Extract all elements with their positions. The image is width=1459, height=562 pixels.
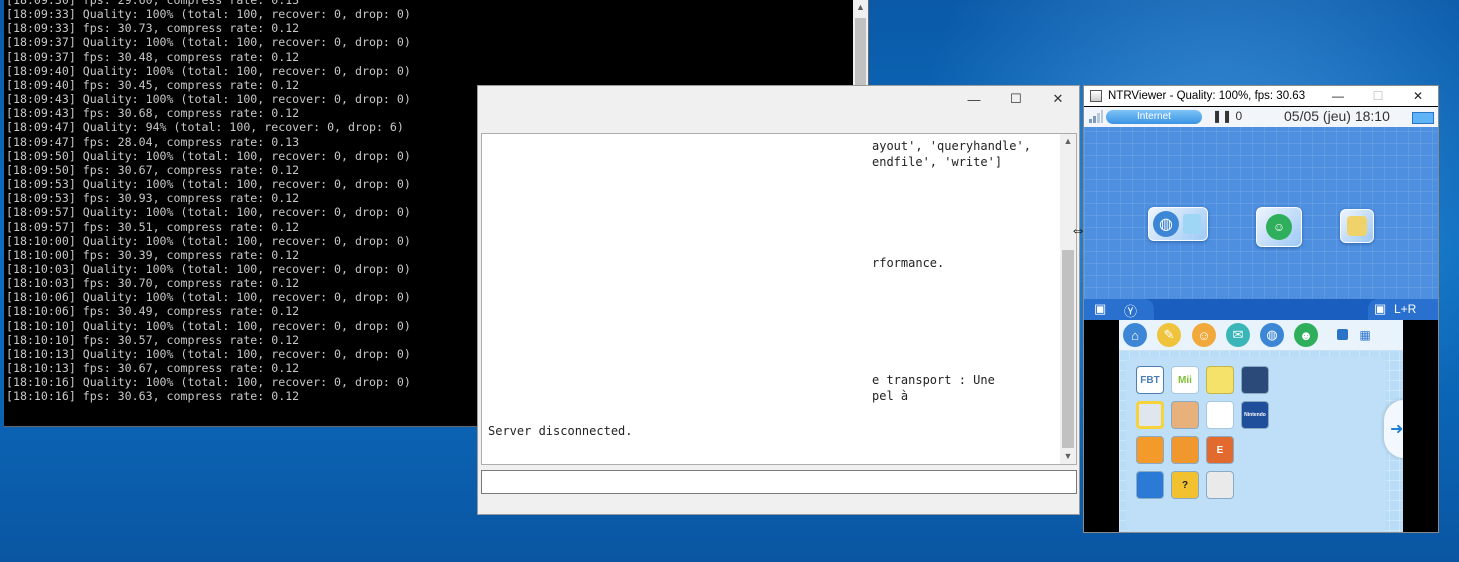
ntrviewer-window[interactable]: NTRViewer - Quality: 100%, fps: 30.63 — …	[1083, 85, 1439, 533]
console-line: [18:09:37] fps: 30.48, compress rate: 0.…	[6, 49, 300, 64]
ntrviewer-titlebar[interactable]: NTRViewer - Quality: 100%, fps: 30.63 — …	[1084, 86, 1438, 106]
console-line: [18:09:40] Quality: 100% (total: 100, re…	[6, 63, 411, 78]
next-page-button[interactable]: ➜	[1384, 400, 1403, 458]
pencil-icon	[1347, 216, 1367, 236]
client-window-controls: — ☐ ✕	[953, 86, 1079, 112]
camera-icon: ▣	[1374, 301, 1387, 316]
top-screen-shoulder-bar: ▣ Ⓨ ▣ L+R	[1084, 299, 1438, 320]
client-scroll-thumb[interactable]	[1062, 250, 1074, 448]
step-count: 0	[1235, 109, 1243, 123]
home-settings-icon[interactable]: ⌂	[1123, 323, 1147, 347]
help-app-icon[interactable]: ?	[1171, 471, 1199, 499]
app-icon[interactable]	[1241, 366, 1269, 394]
arrow-right-icon: ➜	[1390, 421, 1403, 438]
close-icon[interactable]: ✕	[1398, 86, 1438, 106]
client-log-scrollbar[interactable]: ▲ ▼	[1060, 134, 1076, 464]
friends-icon[interactable]: ☻	[1294, 323, 1318, 347]
camera-icon: ▣	[1094, 301, 1107, 316]
chart-app-icon[interactable]	[1206, 401, 1234, 429]
y-button-icon: Ⓨ	[1124, 304, 1138, 319]
nintendo-app-icon[interactable]: Nintendo	[1241, 401, 1269, 429]
minimize-icon[interactable]: —	[953, 86, 995, 112]
client-window[interactable]: — ☐ ✕ ayout', 'queryhandle', endfile', '…	[477, 85, 1080, 515]
pencil-icon[interactable]: ✎	[1157, 323, 1181, 347]
scroll-down-arrow-icon[interactable]: ▼	[1060, 449, 1076, 464]
client-log-area[interactable]: ayout', 'queryhandle', endfile', 'write'…	[481, 133, 1077, 465]
scroll-up-arrow-icon[interactable]: ▲	[853, 0, 868, 15]
app-icon[interactable]	[1206, 366, 1234, 394]
maximize-icon[interactable]: ☐	[995, 86, 1037, 112]
status-bar: Internet ❚❚ 0 05/05 (jeu) 18:10	[1084, 107, 1438, 127]
app-icon	[1090, 90, 1102, 102]
log-line: rformance.	[872, 256, 945, 270]
selected-slot[interactable]	[1136, 401, 1164, 429]
app-icon[interactable]: FBT	[1136, 366, 1164, 394]
top-screen: Internet ❚❚ 0 05/05 (jeu) 18:10 ◍ ☺ ▣ Ⓨ …	[1084, 107, 1438, 320]
log-line: Server disconnected.	[488, 424, 633, 438]
top-widget-internet: ◍	[1148, 207, 1208, 241]
lr-label: L+R	[1394, 302, 1417, 316]
log-line: pel à	[872, 389, 909, 403]
smiley-icon[interactable]: ☺	[1192, 323, 1216, 347]
date-time: 05/05 (jeu) 18:10	[1284, 108, 1390, 124]
app-icon[interactable]: E	[1206, 436, 1234, 464]
camera-app-icon[interactable]	[1136, 436, 1164, 464]
sound-app-icon[interactable]	[1136, 471, 1164, 499]
bottom-screen[interactable]: ⌂ ✎ ☺ ✉ ◍ ☻ ▦ FBT Mii Nintendo E ? ➜	[1119, 320, 1403, 532]
battery-icon	[1412, 112, 1434, 124]
grid-icon[interactable]: ▦	[1358, 328, 1372, 342]
chat-icon[interactable]: ✉	[1226, 323, 1250, 347]
globe-icon: ◍	[1153, 211, 1179, 237]
console-line: [18:09:33] Quality: 100% (total: 100, re…	[6, 7, 411, 22]
app-icon[interactable]	[1171, 401, 1199, 429]
console-line: [18:09:33] fps: 30.73, compress rate: 0.…	[6, 21, 300, 36]
friends-icon: ☺	[1266, 214, 1292, 240]
globe-icon[interactable]: ◍	[1260, 323, 1284, 347]
console-line: [18:09:30] fps: 29.60, compress rate: 0.…	[6, 0, 300, 7]
minimize-icon[interactable]: —	[1318, 86, 1358, 106]
scroll-up-arrow-icon[interactable]: ▲	[1060, 134, 1076, 149]
signal-icon	[1089, 110, 1103, 123]
footsteps-icon: ❚❚	[1212, 109, 1233, 123]
command-input[interactable]	[481, 470, 1077, 494]
square-icon[interactable]	[1337, 329, 1348, 340]
left-shoulder-tab: ▣ Ⓨ	[1084, 299, 1154, 320]
close-icon[interactable]: ✕	[1037, 86, 1079, 112]
home-menu-bar: ⌂ ✎ ☺ ✉ ◍ ☻ ▦	[1119, 320, 1403, 351]
shop-app-icon[interactable]	[1171, 436, 1199, 464]
internet-badge: Internet	[1106, 110, 1202, 124]
log-line: e transport : Une	[872, 373, 995, 387]
mii-icon[interactable]: Mii	[1171, 366, 1199, 394]
top-widget-notes	[1340, 209, 1374, 243]
ntrviewer-title: NTRViewer - Quality: 100%, fps: 30.63	[1108, 90, 1306, 102]
right-shoulder-tab: ▣ L+R	[1368, 299, 1438, 320]
chat-icon	[1183, 214, 1201, 234]
maximize-icon[interactable]: ☐	[1358, 86, 1398, 106]
wrench-icon[interactable]	[1206, 471, 1234, 499]
top-widget-friends: ☺	[1256, 207, 1302, 247]
log-line: endfile', 'write']	[872, 155, 1003, 169]
log-line: ayout', 'queryhandle',	[872, 139, 1031, 153]
app-grid: FBT Mii Nintendo E ?	[1126, 356, 1386, 532]
console-line: [18:09:37] Quality: 100% (total: 100, re…	[6, 35, 411, 50]
pedometer: ❚❚ 0	[1212, 109, 1242, 123]
